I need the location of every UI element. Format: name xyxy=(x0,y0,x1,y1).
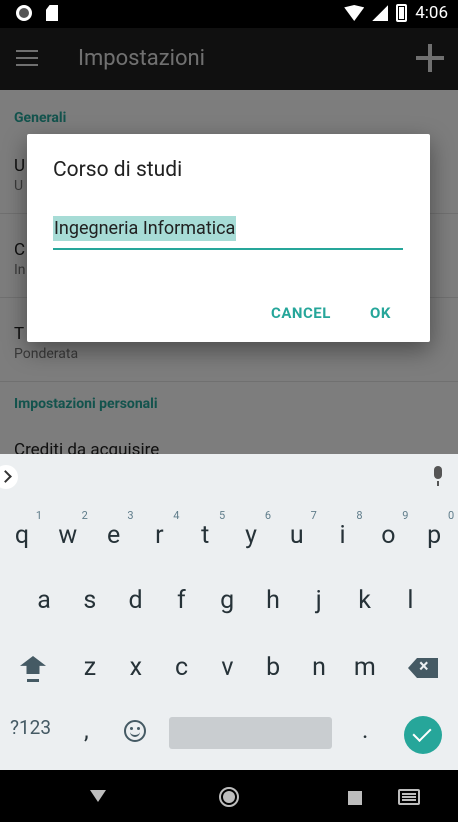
key-x[interactable]: x xyxy=(114,646,158,690)
edit-text-dialog: Corso di studi Ingegneria Informatica CA… xyxy=(27,134,430,342)
key-e[interactable]: e3 xyxy=(92,510,136,558)
home-icon[interactable] xyxy=(219,787,239,807)
keyboard-suggestion-strip xyxy=(0,454,458,500)
back-icon[interactable] xyxy=(90,790,106,802)
key-hint-number: 5 xyxy=(219,509,226,522)
notification-dot-icon xyxy=(16,5,32,21)
key-hint-number: 8 xyxy=(356,509,363,522)
key-hint-number: 9 xyxy=(402,509,409,522)
key-w[interactable]: w2 xyxy=(46,510,90,558)
course-input-value: Ingegneria Informatica xyxy=(53,216,237,241)
key-p[interactable]: p0 xyxy=(412,510,456,558)
key-m[interactable]: m xyxy=(343,646,387,690)
key-hint-number: 7 xyxy=(310,509,317,522)
backspace-icon[interactable] xyxy=(408,658,438,678)
keyboard-switch-icon[interactable] xyxy=(398,789,420,805)
ok-button[interactable]: OK xyxy=(370,304,391,322)
key-l[interactable]: l xyxy=(388,579,432,623)
key-hint-number: 0 xyxy=(448,509,455,522)
sd-card-icon xyxy=(46,5,58,21)
dialog-title: Corso di studi xyxy=(53,158,183,182)
key-u[interactable]: u7 xyxy=(275,510,319,558)
battery-icon xyxy=(396,4,408,22)
enter-checkmark-icon[interactable] xyxy=(404,716,442,754)
key-k[interactable]: k xyxy=(343,579,387,623)
key-c[interactable]: c xyxy=(160,646,204,690)
key-v[interactable]: v xyxy=(205,646,249,690)
signal-icon xyxy=(372,5,389,21)
period-key[interactable]: . xyxy=(362,716,368,744)
soft-keyboard: q1w2e3r4t5y6u7i8o9p0 asdfghjkl zxcvbnm ?12… xyxy=(0,454,458,770)
key-t[interactable]: t5 xyxy=(183,510,227,558)
symbols-key[interactable]: ?123 xyxy=(10,716,51,739)
key-hint-number: 3 xyxy=(127,509,134,522)
key-d[interactable]: d xyxy=(114,579,158,623)
key-h[interactable]: h xyxy=(251,579,295,623)
wifi-icon xyxy=(344,5,365,21)
key-o[interactable]: o9 xyxy=(366,510,410,558)
comma-key[interactable]: , xyxy=(84,716,89,744)
key-y[interactable]: y6 xyxy=(229,510,273,558)
space-key[interactable] xyxy=(169,717,332,749)
status-bar: 4:06 xyxy=(0,0,458,28)
key-g[interactable]: g xyxy=(205,579,249,623)
course-input[interactable]: Ingegneria Informatica xyxy=(53,216,403,250)
navigation-bar xyxy=(0,770,458,822)
key-hint-number: 1 xyxy=(35,509,42,522)
key-f[interactable]: f xyxy=(159,579,203,623)
key-a[interactable]: a xyxy=(22,579,66,623)
key-n[interactable]: n xyxy=(297,646,341,690)
key-hint-number: 4 xyxy=(173,509,180,522)
key-b[interactable]: b xyxy=(251,646,295,690)
emoji-icon[interactable] xyxy=(124,720,146,742)
chevron-right-icon[interactable] xyxy=(0,465,18,489)
key-hint-number: 6 xyxy=(264,509,271,522)
cancel-button[interactable]: CANCEL xyxy=(271,304,331,322)
microphone-icon[interactable] xyxy=(432,466,444,486)
key-r[interactable]: r4 xyxy=(137,510,181,558)
key-i[interactable]: i8 xyxy=(321,510,365,558)
key-j[interactable]: j xyxy=(297,579,341,623)
key-hint-number: 2 xyxy=(81,509,88,522)
key-z[interactable]: z xyxy=(68,646,112,690)
recents-icon[interactable] xyxy=(348,791,362,805)
status-time: 4:06 xyxy=(415,3,448,23)
key-s[interactable]: s xyxy=(68,579,112,623)
shift-icon[interactable] xyxy=(18,654,48,684)
key-q[interactable]: q1 xyxy=(0,510,44,558)
